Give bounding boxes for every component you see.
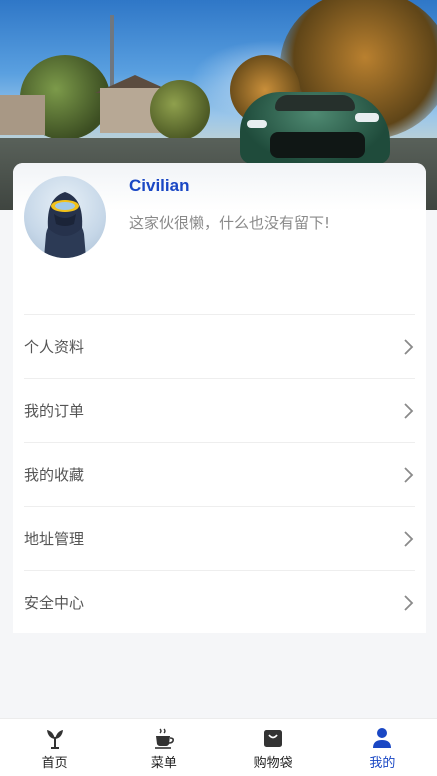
shopping-bag-icon (264, 730, 283, 747)
profile-page: Civilian 这家伙很懒，什么也没有留下! 个人资料 我的订单 我的收藏 地… (0, 0, 437, 776)
menu-item-label: 我的收藏 (24, 466, 85, 484)
user-icon (373, 728, 392, 748)
user-bio: 这家伙很懒，什么也没有留下! (129, 214, 331, 232)
home-plant-icon (46, 730, 63, 749)
username: Civilian (129, 176, 190, 195)
tab-menu[interactable]: 菜单 (109, 719, 218, 776)
tab-shopping-bag[interactable]: 购物袋 (219, 719, 328, 776)
menu-item-orders[interactable]: 我的订单 (24, 378, 415, 442)
menu-item-label: 我的订单 (24, 402, 85, 420)
menu-item-label: 个人资料 (24, 338, 85, 356)
menu-item-label: 地址管理 (24, 530, 85, 548)
profile-menu: 个人资料 我的订单 我的收藏 地址管理 安全中心 (13, 314, 426, 634)
menu-item-security[interactable]: 安全中心 (24, 570, 415, 634)
bottom-tab-bar: 首页 菜单 购物袋 我的 (0, 718, 437, 776)
chevron-right-icon (404, 594, 414, 611)
chevron-right-icon (404, 530, 414, 547)
chevron-right-icon (404, 338, 414, 355)
menu-item-favorites[interactable]: 我的收藏 (24, 442, 415, 506)
tab-label: 菜单 (150, 756, 177, 771)
chevron-right-icon (404, 402, 414, 419)
menu-item-profile[interactable]: 个人资料 (24, 314, 415, 378)
tab-label: 首页 (41, 756, 68, 771)
tab-home[interactable]: 首页 (0, 719, 109, 776)
menu-item-address[interactable]: 地址管理 (24, 506, 415, 570)
chevron-right-icon (404, 466, 414, 483)
tab-label: 我的 (369, 756, 396, 771)
profile-card: Civilian 这家伙很懒，什么也没有留下! 个人资料 我的订单 我的收藏 地… (13, 163, 426, 633)
coffee-cup-icon (154, 728, 174, 749)
avatar[interactable] (24, 176, 106, 258)
tab-mine[interactable]: 我的 (328, 719, 437, 776)
menu-item-label: 安全中心 (24, 594, 85, 612)
tab-label: 购物袋 (253, 756, 293, 771)
